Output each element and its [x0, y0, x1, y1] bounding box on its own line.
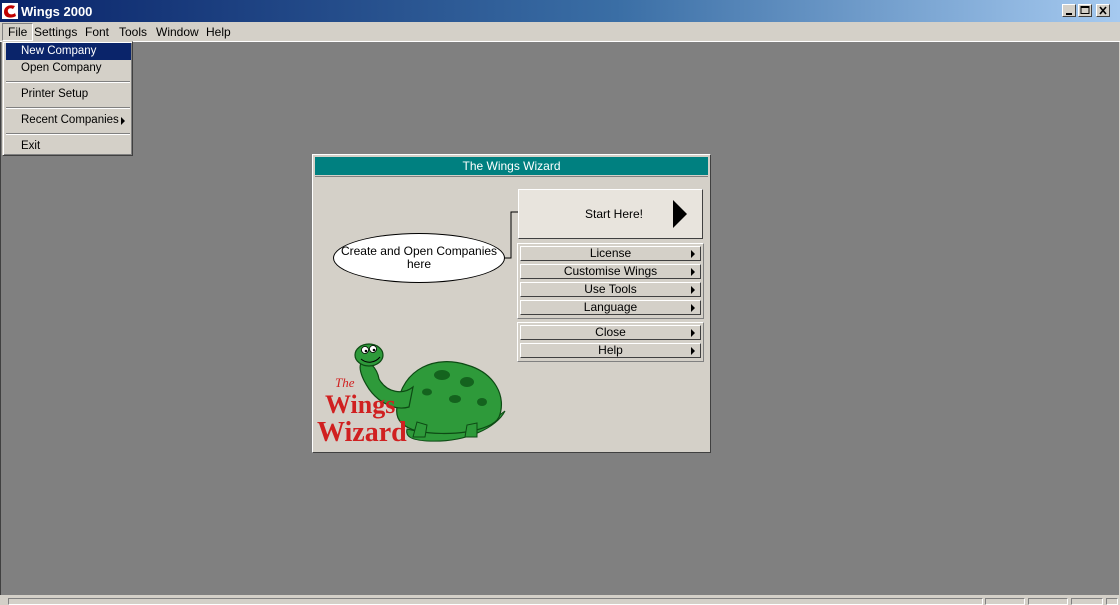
submenu-arrow-icon: [121, 117, 125, 125]
use-tools-button[interactable]: Use Tools: [520, 282, 701, 297]
start-here-button[interactable]: Start Here!: [518, 189, 703, 239]
menu-help[interactable]: Help: [201, 24, 236, 40]
arrow-right-icon: [691, 347, 695, 355]
use-tools-label: Use Tools: [584, 282, 637, 296]
arrow-right-icon: [691, 304, 695, 312]
arrow-right-icon: [691, 286, 695, 294]
play-arrow-icon: [673, 200, 687, 228]
help-label: Help: [598, 343, 623, 357]
logo-wizard: Wizard: [317, 417, 407, 447]
window-title: Wings 2000: [21, 4, 93, 19]
menu-item-printer-setup[interactable]: Printer Setup: [6, 86, 131, 103]
help-button[interactable]: Help: [520, 343, 701, 358]
speech-bubble: Create and Open Companies here: [333, 233, 505, 283]
menu-separator: [6, 81, 130, 83]
window-title-bar[interactable]: Wings 2000: [0, 0, 1120, 22]
close-label: Close: [595, 325, 626, 339]
menu-item-exit[interactable]: Exit: [6, 138, 131, 155]
status-bar: [0, 595, 1120, 605]
menu-window[interactable]: Window: [151, 24, 204, 40]
wizard-title[interactable]: The Wings Wizard: [315, 157, 708, 175]
close-icon[interactable]: [1096, 4, 1110, 17]
language-label: Language: [583, 300, 638, 314]
recent-companies-label: Recent Companies: [21, 114, 119, 126]
customise-wings-label: Customise Wings: [563, 264, 658, 278]
customise-wings-button[interactable]: Customise Wings: [520, 264, 701, 279]
menu-separator: [6, 133, 130, 135]
menu-tools[interactable]: Tools: [114, 24, 152, 40]
logo-wings: Wings: [325, 390, 395, 419]
menu-settings[interactable]: Settings: [29, 24, 82, 40]
logo-the: The: [335, 375, 355, 390]
arrow-right-icon: [691, 250, 695, 258]
wings-wizard-logo: The Wings Wizard: [317, 343, 506, 447]
menu-font[interactable]: Font: [80, 24, 114, 40]
menu-item-new-company[interactable]: New Company: [6, 43, 131, 60]
menu-item-recent-companies[interactable]: Recent Companies: [6, 112, 131, 129]
status-panel-main: [8, 598, 983, 605]
wings-wizard-window: The Wings Wizard Start Here! Create and …: [312, 154, 711, 453]
menu-item-open-company[interactable]: Open Company: [6, 60, 131, 77]
size-grip[interactable]: [1106, 598, 1118, 605]
license-button[interactable]: License: [520, 246, 701, 261]
minimize-icon[interactable]: [1062, 4, 1076, 17]
maximize-icon[interactable]: [1078, 4, 1092, 17]
license-label: License: [589, 246, 632, 260]
language-button[interactable]: Language: [520, 300, 701, 315]
wizard-panel: Start Here! Create and Open Companies he…: [315, 176, 708, 451]
file-menu-dropdown: New Company Open Company Printer Setup R…: [2, 41, 133, 156]
arrow-right-icon: [691, 268, 695, 276]
status-panel: [985, 598, 1025, 605]
wings-app-icon[interactable]: [2, 3, 18, 19]
arrow-right-icon: [691, 329, 695, 337]
status-panel: [1071, 598, 1103, 605]
menu-separator: [6, 107, 130, 109]
status-panel: [1028, 598, 1068, 605]
close-button[interactable]: Close: [520, 325, 701, 340]
menu-bar: File Settings Font Tools Window Help: [0, 22, 1120, 42]
